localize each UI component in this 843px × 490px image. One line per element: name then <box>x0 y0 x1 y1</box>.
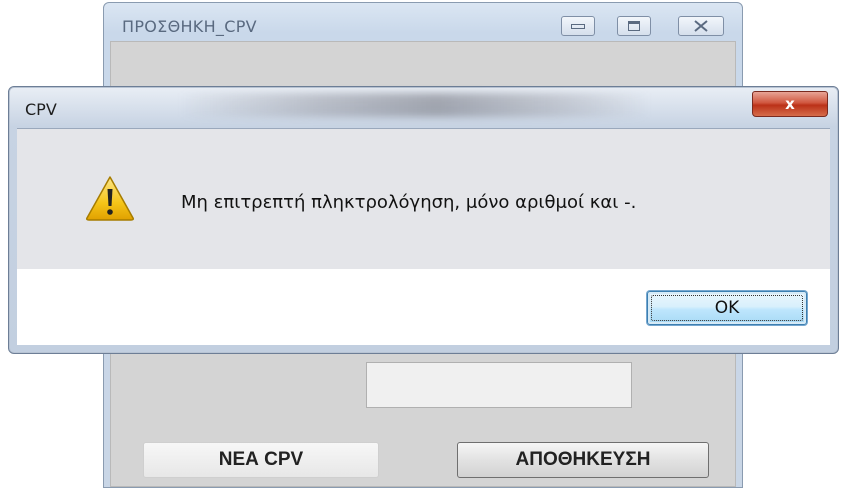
message-dialog: CPV x Μη επιτρεπτή πληκτρολόγηση, μόνο α… <box>8 86 839 354</box>
close-icon: x <box>785 95 795 113</box>
parent-titlebar[interactable]: ΠΡΟΣΘΗΚΗ_CPV <box>104 3 742 39</box>
cpv-input-field[interactable] <box>366 362 632 408</box>
new-cpv-button[interactable]: ΝΕΑ CPV <box>143 442 379 478</box>
ok-button[interactable]: OK <box>647 291 807 325</box>
dialog-titlebar[interactable]: CPV x <box>9 87 838 129</box>
dialog-footer: OK <box>17 269 830 345</box>
dialog-body: Μη επιτρεπτή πληκτρολόγηση, μόνο αριθμοί… <box>17 128 830 269</box>
dialog-message: Μη επιτρεπτή πληκτρολόγηση, μόνο αριθμοί… <box>181 192 637 213</box>
close-icon[interactable] <box>678 16 724 36</box>
titlebar-blur <box>179 93 649 117</box>
maximize-icon[interactable] <box>617 16 651 36</box>
save-button[interactable]: ΑΠΟΘΗΚΕΥΣΗ <box>457 442 709 478</box>
warning-icon <box>86 176 134 221</box>
dialog-close-button[interactable]: x <box>752 91 828 117</box>
parent-window-title: ΠΡΟΣΘΗΚΗ_CPV <box>122 17 257 36</box>
close-x-glyph <box>694 20 708 32</box>
dialog-title: CPV <box>25 100 57 119</box>
minimize-icon[interactable] <box>561 16 595 36</box>
